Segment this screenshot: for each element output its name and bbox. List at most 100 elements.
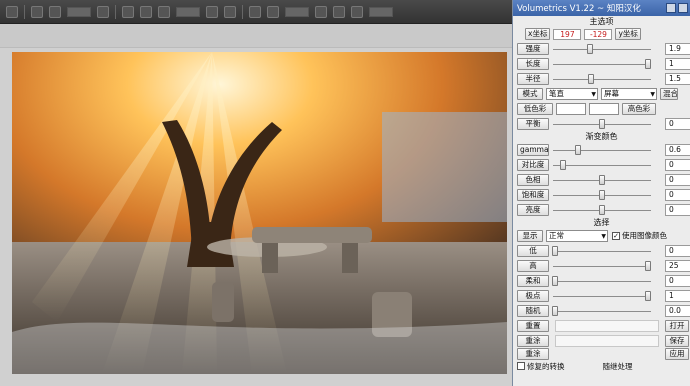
x-coordinate-button[interactable]: x坐标 bbox=[525, 28, 551, 40]
slider-thumb[interactable] bbox=[551, 245, 558, 256]
close-icon[interactable] bbox=[678, 3, 688, 13]
slider-thumb[interactable] bbox=[559, 159, 566, 170]
toolbar-field[interactable] bbox=[67, 6, 91, 17]
slider[interactable] bbox=[551, 275, 651, 287]
use-image-colors-checkbox[interactable]: ✓ bbox=[612, 231, 620, 240]
slider-label: 亮度 bbox=[517, 203, 549, 216]
y-coordinate-button[interactable]: y坐标 bbox=[615, 28, 641, 40]
slider[interactable] bbox=[553, 43, 651, 55]
slider-value[interactable]: 25 bbox=[665, 259, 690, 272]
plugin-titlebar[interactable]: Volumetrics V1.22 ~ 知阳汉化 bbox=[513, 0, 690, 16]
tool-icon[interactable] bbox=[158, 5, 170, 18]
slider-thumb[interactable] bbox=[645, 260, 652, 271]
slider-thumb[interactable] bbox=[551, 305, 558, 316]
tool-icon[interactable] bbox=[6, 5, 18, 18]
slider-row: 亮度 0 bbox=[513, 202, 690, 217]
dropdown-arrow-icon: ▼ bbox=[601, 232, 606, 240]
slider[interactable] bbox=[553, 260, 652, 272]
slider-track bbox=[553, 48, 651, 50]
tool-icon[interactable] bbox=[31, 5, 43, 18]
slider[interactable] bbox=[553, 73, 651, 85]
slider-row: 低0 bbox=[513, 243, 690, 258]
tool-icon[interactable] bbox=[206, 5, 218, 18]
slider-label: 高 bbox=[517, 259, 549, 272]
slider-value[interactable]: 0.6 bbox=[665, 143, 690, 156]
slider[interactable] bbox=[553, 290, 652, 302]
slider-value[interactable]: 1 bbox=[665, 57, 690, 70]
tool-icon[interactable] bbox=[333, 5, 345, 18]
save-button[interactable]: 保存 bbox=[665, 334, 689, 347]
apply-button[interactable]: 重涂 bbox=[517, 348, 549, 360]
slider-track bbox=[553, 295, 651, 297]
slider-thumb[interactable] bbox=[645, 290, 652, 301]
slider-value[interactable]: 0 bbox=[665, 188, 690, 201]
apply-row: 重涂 应用 bbox=[513, 348, 690, 360]
fix-conversion-checkbox[interactable] bbox=[517, 362, 525, 370]
slider[interactable] bbox=[553, 204, 651, 216]
slider-label: 柔和 bbox=[517, 274, 549, 287]
slider[interactable] bbox=[553, 58, 652, 70]
balance-value[interactable]: 0 bbox=[665, 117, 690, 130]
slider-value[interactable]: 0 bbox=[665, 203, 690, 216]
blend-mode-select[interactable]: 屏幕 ▼ bbox=[601, 87, 657, 100]
slider-value[interactable]: 0 bbox=[665, 173, 690, 186]
slider-thumb[interactable] bbox=[587, 43, 594, 54]
slider[interactable] bbox=[551, 245, 651, 257]
slider[interactable] bbox=[553, 144, 651, 156]
minimize-icon[interactable] bbox=[666, 3, 676, 13]
slider-label: 饱和度 bbox=[517, 188, 549, 201]
tool-icon[interactable] bbox=[267, 5, 279, 18]
image-canvas[interactable] bbox=[12, 52, 507, 374]
y-coordinate-field[interactable]: -129 bbox=[584, 28, 613, 40]
tool-icon[interactable] bbox=[140, 5, 152, 18]
slider-thumb[interactable] bbox=[599, 189, 605, 200]
reset-button[interactable]: 重置 bbox=[517, 319, 549, 332]
high-color-swatch[interactable] bbox=[589, 102, 619, 115]
select-slider-group: 低 0 高 25 柔和 0 极点 1 bbox=[513, 243, 690, 303]
slider-value[interactable]: 0 bbox=[665, 274, 690, 287]
tool-icon[interactable] bbox=[122, 5, 134, 18]
slider-row: 对比度 0 bbox=[513, 157, 690, 172]
slider-value[interactable]: 1.9 bbox=[665, 42, 690, 55]
slider-value[interactable]: 1 bbox=[665, 289, 690, 302]
low-color-swatch[interactable] bbox=[556, 102, 586, 115]
slider-value[interactable]: 1.5 bbox=[665, 72, 690, 85]
slider-thumb[interactable] bbox=[575, 144, 582, 155]
toolbar-field[interactable] bbox=[369, 6, 393, 17]
tool-icon[interactable] bbox=[351, 5, 363, 18]
tool-icon[interactable] bbox=[249, 5, 261, 18]
tool-icon[interactable] bbox=[49, 5, 61, 18]
mode-shape-value: 笔直 bbox=[549, 88, 564, 98]
balance-slider[interactable] bbox=[553, 118, 651, 130]
open-button[interactable]: 打开 bbox=[665, 319, 689, 332]
slider-thumb[interactable] bbox=[588, 73, 595, 84]
mode-shape-select[interactable]: 笔直 ▼ bbox=[546, 87, 598, 100]
clear-button[interactable]: 重涂 bbox=[517, 334, 549, 347]
slider-thumb[interactable] bbox=[599, 118, 605, 129]
random-slider[interactable] bbox=[551, 305, 651, 317]
slider[interactable] bbox=[553, 174, 651, 186]
blend-button[interactable]: 混合 bbox=[660, 87, 678, 100]
cancel-button[interactable]: 应用 bbox=[665, 348, 689, 360]
toolbar-separator bbox=[242, 4, 243, 19]
slider-thumb[interactable] bbox=[551, 275, 558, 286]
slider-value[interactable]: 0 bbox=[665, 244, 690, 257]
slider-thumb[interactable] bbox=[599, 174, 605, 185]
slider[interactable] bbox=[553, 159, 651, 171]
tool-icon[interactable] bbox=[315, 5, 327, 18]
mode-label: 模式 bbox=[517, 87, 543, 100]
toolbar-field[interactable] bbox=[285, 6, 309, 17]
random-value[interactable]: 0.0 bbox=[665, 304, 690, 317]
slider[interactable] bbox=[553, 189, 651, 201]
tool-icon[interactable] bbox=[97, 5, 109, 18]
x-coordinate-field[interactable]: 197 bbox=[553, 28, 582, 40]
slider-thumb[interactable] bbox=[599, 204, 605, 215]
toolbar-separator bbox=[115, 4, 116, 19]
slider-row: 半径 1.5 bbox=[513, 71, 690, 86]
slider-value[interactable]: 0 bbox=[665, 158, 690, 171]
slider-row-random: 随机 0.0 bbox=[513, 303, 690, 318]
tool-icon[interactable] bbox=[224, 5, 236, 18]
display-select[interactable]: 正常 ▼ bbox=[546, 229, 608, 242]
slider-thumb[interactable] bbox=[645, 58, 652, 69]
toolbar-field[interactable] bbox=[176, 6, 200, 17]
